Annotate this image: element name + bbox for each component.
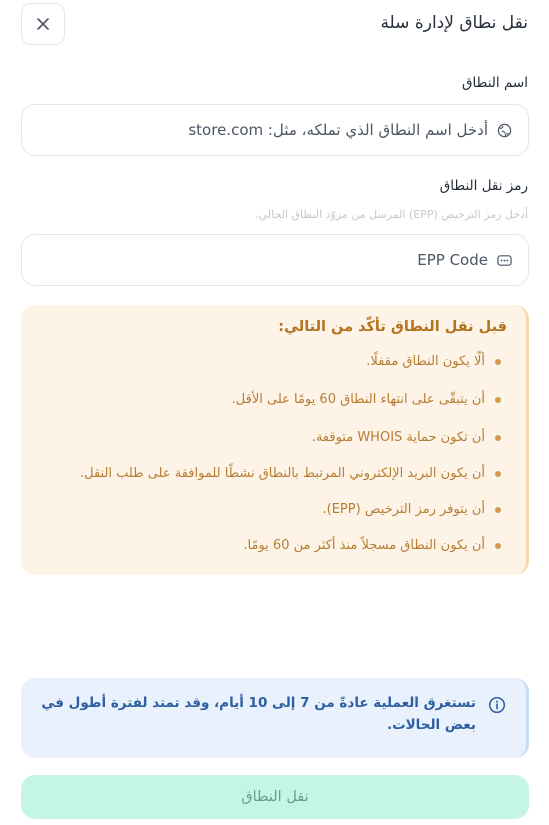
list-item: أن يتوفر رمز الترخيص (EPP). (41, 499, 507, 521)
list-item: ألّا يكون النطاق مقفلًا. (41, 351, 507, 373)
domain-name-placeholder: أدخل اسم النطاق الذي تملكه، مثل: store.c… (188, 121, 488, 139)
close-icon (37, 18, 49, 30)
domain-name-input[interactable]: أدخل اسم النطاق الذي تملكه، مثل: store.c… (21, 104, 529, 156)
list-item: أن يتبقّى على انتهاء النطاق 60 يومًا على… (41, 389, 507, 411)
list-item: أن يكون البريد الإلكتروني المرتبط بالنطا… (41, 463, 507, 485)
globe-icon (496, 122, 512, 138)
duration-info-box: تستغرق العملية عادةً من 7 إلى 10 أيام، و… (21, 678, 529, 758)
list-item: أن تكون حماية WHOIS متوقفة. (41, 427, 507, 449)
transfer-requirements-box: قبل نقل النطاق تأكّد من التالي: ألّا يكو… (21, 305, 529, 575)
bullet-icon (495, 359, 501, 365)
bullet-icon (495, 471, 501, 477)
modal-header: نقل نطاق لإدارة سلة (0, 0, 549, 48)
bullet-icon (495, 543, 501, 549)
password-dots-icon (496, 252, 512, 268)
list-item: أن يكون النطاق مسجلاً منذ أكثر من 60 يوم… (41, 535, 507, 557)
bullet-icon (495, 397, 501, 403)
modal-title: نقل نطاق لإدارة سلة (380, 13, 528, 33)
requirements-title: قبل نقل النطاق تأكّد من التالي: (278, 319, 507, 335)
epp-code-hint: أدخل رمز الترخيص (EPP) المرسل من مزوّد ا… (255, 208, 528, 221)
info-icon (488, 696, 506, 714)
epp-code-label: رمز نقل النطاق (439, 178, 528, 194)
epp-code-placeholder: EPP Code (417, 251, 488, 269)
requirements-list: ألّا يكون النطاق مقفلًا. أن يتبقّى على ا… (41, 351, 507, 557)
bullet-icon (495, 435, 501, 441)
close-button[interactable] (21, 3, 65, 45)
domain-name-label: اسم النطاق (462, 75, 528, 91)
bullet-icon (495, 507, 501, 513)
transfer-domain-button[interactable]: نقل النطاق (21, 775, 529, 819)
epp-code-input[interactable]: EPP Code (21, 234, 529, 286)
duration-info-text: تستغرق العملية عادةً من 7 إلى 10 أيام، و… (41, 695, 476, 733)
